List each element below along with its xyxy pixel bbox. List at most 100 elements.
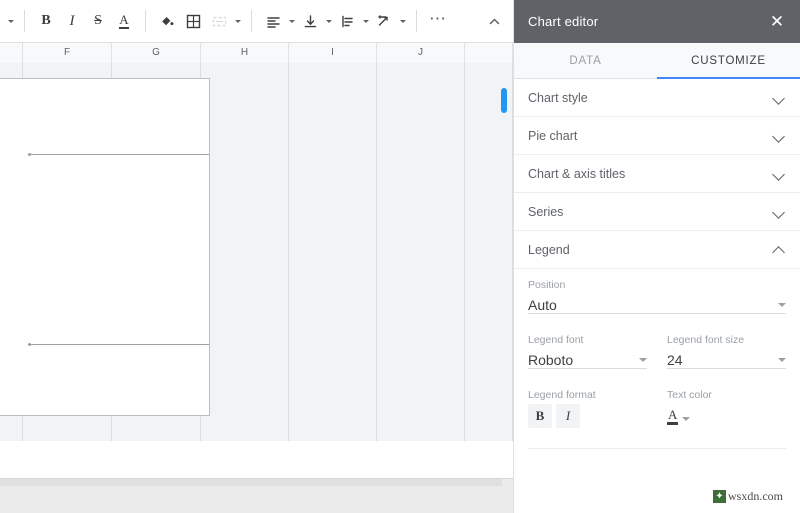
grid-cell[interactable] [465,420,513,441]
grid-cell[interactable] [201,147,289,168]
grid-cell[interactable] [377,357,465,378]
strikethrough-button[interactable]: S [85,8,111,34]
grid-cell[interactable] [201,84,289,105]
merge-cells-icon[interactable] [206,8,232,34]
section-chart-style[interactable]: Chart style [514,79,800,117]
section-chart-axis-titles[interactable]: Chart & axis titles [514,155,800,193]
text-wrapping-caret[interactable] [360,8,371,34]
column-header-g[interactable]: G [112,43,201,63]
grid-cell[interactable] [112,420,201,441]
grid-cell[interactable] [377,84,465,105]
grid-cell[interactable] [465,315,513,336]
grid-cell[interactable] [377,378,465,399]
legend-position-select[interactable]: Auto [528,292,786,314]
grid-cell[interactable] [289,189,377,210]
grid-cell[interactable] [201,336,289,357]
grid-cell[interactable] [289,252,377,273]
grid-cell[interactable] [465,252,513,273]
grid-cell[interactable] [465,210,513,231]
text-color-button[interactable]: A [111,8,137,34]
vertical-align-icon[interactable] [297,8,323,34]
tab-data[interactable]: DATA [514,43,657,78]
section-pie-chart[interactable]: Pie chart [514,117,800,155]
grid-cell[interactable] [377,294,465,315]
grid-cell[interactable] [377,105,465,126]
column-header-f[interactable]: F [23,43,112,63]
grid-cell[interactable] [289,336,377,357]
grid-cell[interactable] [465,126,513,147]
column-header-partial[interactable] [465,43,513,63]
more-options-icon[interactable]: ⋯ [425,5,451,31]
grid-cell[interactable] [465,399,513,420]
grid-cell[interactable] [0,420,23,441]
grid-cell[interactable] [289,357,377,378]
legend-font-select[interactable]: Roboto [528,347,647,369]
table-row[interactable] [0,420,513,441]
grid-cell[interactable] [377,168,465,189]
grid-cell[interactable] [201,399,289,420]
grid-cell[interactable] [377,315,465,336]
italic-button[interactable]: I [59,8,85,34]
grid-cell[interactable] [465,378,513,399]
grid-cell[interactable] [289,84,377,105]
grid-cell[interactable] [289,420,377,441]
grid-cell[interactable] [201,357,289,378]
collapse-toolbar-icon[interactable] [481,8,507,34]
grid-cell[interactable] [201,273,289,294]
grid-cell[interactable] [289,168,377,189]
text-rotation-caret[interactable] [397,8,408,34]
grid-cell[interactable] [377,189,465,210]
grid-cell[interactable] [465,273,513,294]
grid-cell[interactable] [377,210,465,231]
grid-cell[interactable] [289,126,377,147]
grid-cell[interactable] [289,63,377,84]
grid-cell[interactable] [377,420,465,441]
grid-cell[interactable] [465,336,513,357]
grid-cell[interactable] [289,231,377,252]
merge-cells-caret[interactable] [232,8,243,34]
section-legend[interactable]: Legend [514,231,800,269]
grid-cell[interactable] [377,252,465,273]
grid-cell[interactable] [377,273,465,294]
grid-cell[interactable] [465,63,513,84]
grid-cell[interactable] [201,378,289,399]
legend-bold-button[interactable]: B [528,404,552,428]
grid-cell[interactable] [465,231,513,252]
grid-cell[interactable] [465,357,513,378]
grid-cell[interactable] [201,294,289,315]
text-color-button[interactable]: A [667,404,786,428]
tab-customize[interactable]: CUSTOMIZE [657,43,800,78]
fill-color-icon[interactable] [154,8,180,34]
grid-cell[interactable] [289,210,377,231]
section-series[interactable]: Series [514,193,800,231]
grid-cell[interactable] [201,210,289,231]
pie-chart-object[interactable]: What 21.8% Who 32.7% [0,78,210,416]
grid-cell[interactable] [377,147,465,168]
grid-cell[interactable] [465,294,513,315]
horizontal-align-icon[interactable] [260,8,286,34]
grid-cell[interactable] [465,189,513,210]
grid-cell[interactable] [377,399,465,420]
close-icon[interactable]: ✕ [768,13,786,30]
legend-italic-button[interactable]: I [556,404,580,428]
grid-cell[interactable] [289,105,377,126]
grid-cell[interactable] [289,147,377,168]
column-header-i[interactable]: I [289,43,377,63]
grid-cell[interactable] [289,399,377,420]
grid-cell[interactable] [201,168,289,189]
text-wrapping-icon[interactable] [334,8,360,34]
grid-cell[interactable] [201,105,289,126]
column-header-h[interactable]: H [201,43,289,63]
borders-icon[interactable] [180,8,206,34]
grid-cell[interactable] [377,336,465,357]
grid-cell[interactable] [201,189,289,210]
grid-cell[interactable] [201,231,289,252]
legend-font-size-select[interactable]: 24 [667,347,786,369]
grid-cell[interactable] [289,315,377,336]
grid-cell[interactable] [465,168,513,189]
column-header-j[interactable]: J [377,43,465,63]
grid-cell[interactable] [377,63,465,84]
grid-cell[interactable] [289,273,377,294]
horizontal-align-caret[interactable] [286,8,297,34]
font-size-caret[interactable] [5,8,16,34]
